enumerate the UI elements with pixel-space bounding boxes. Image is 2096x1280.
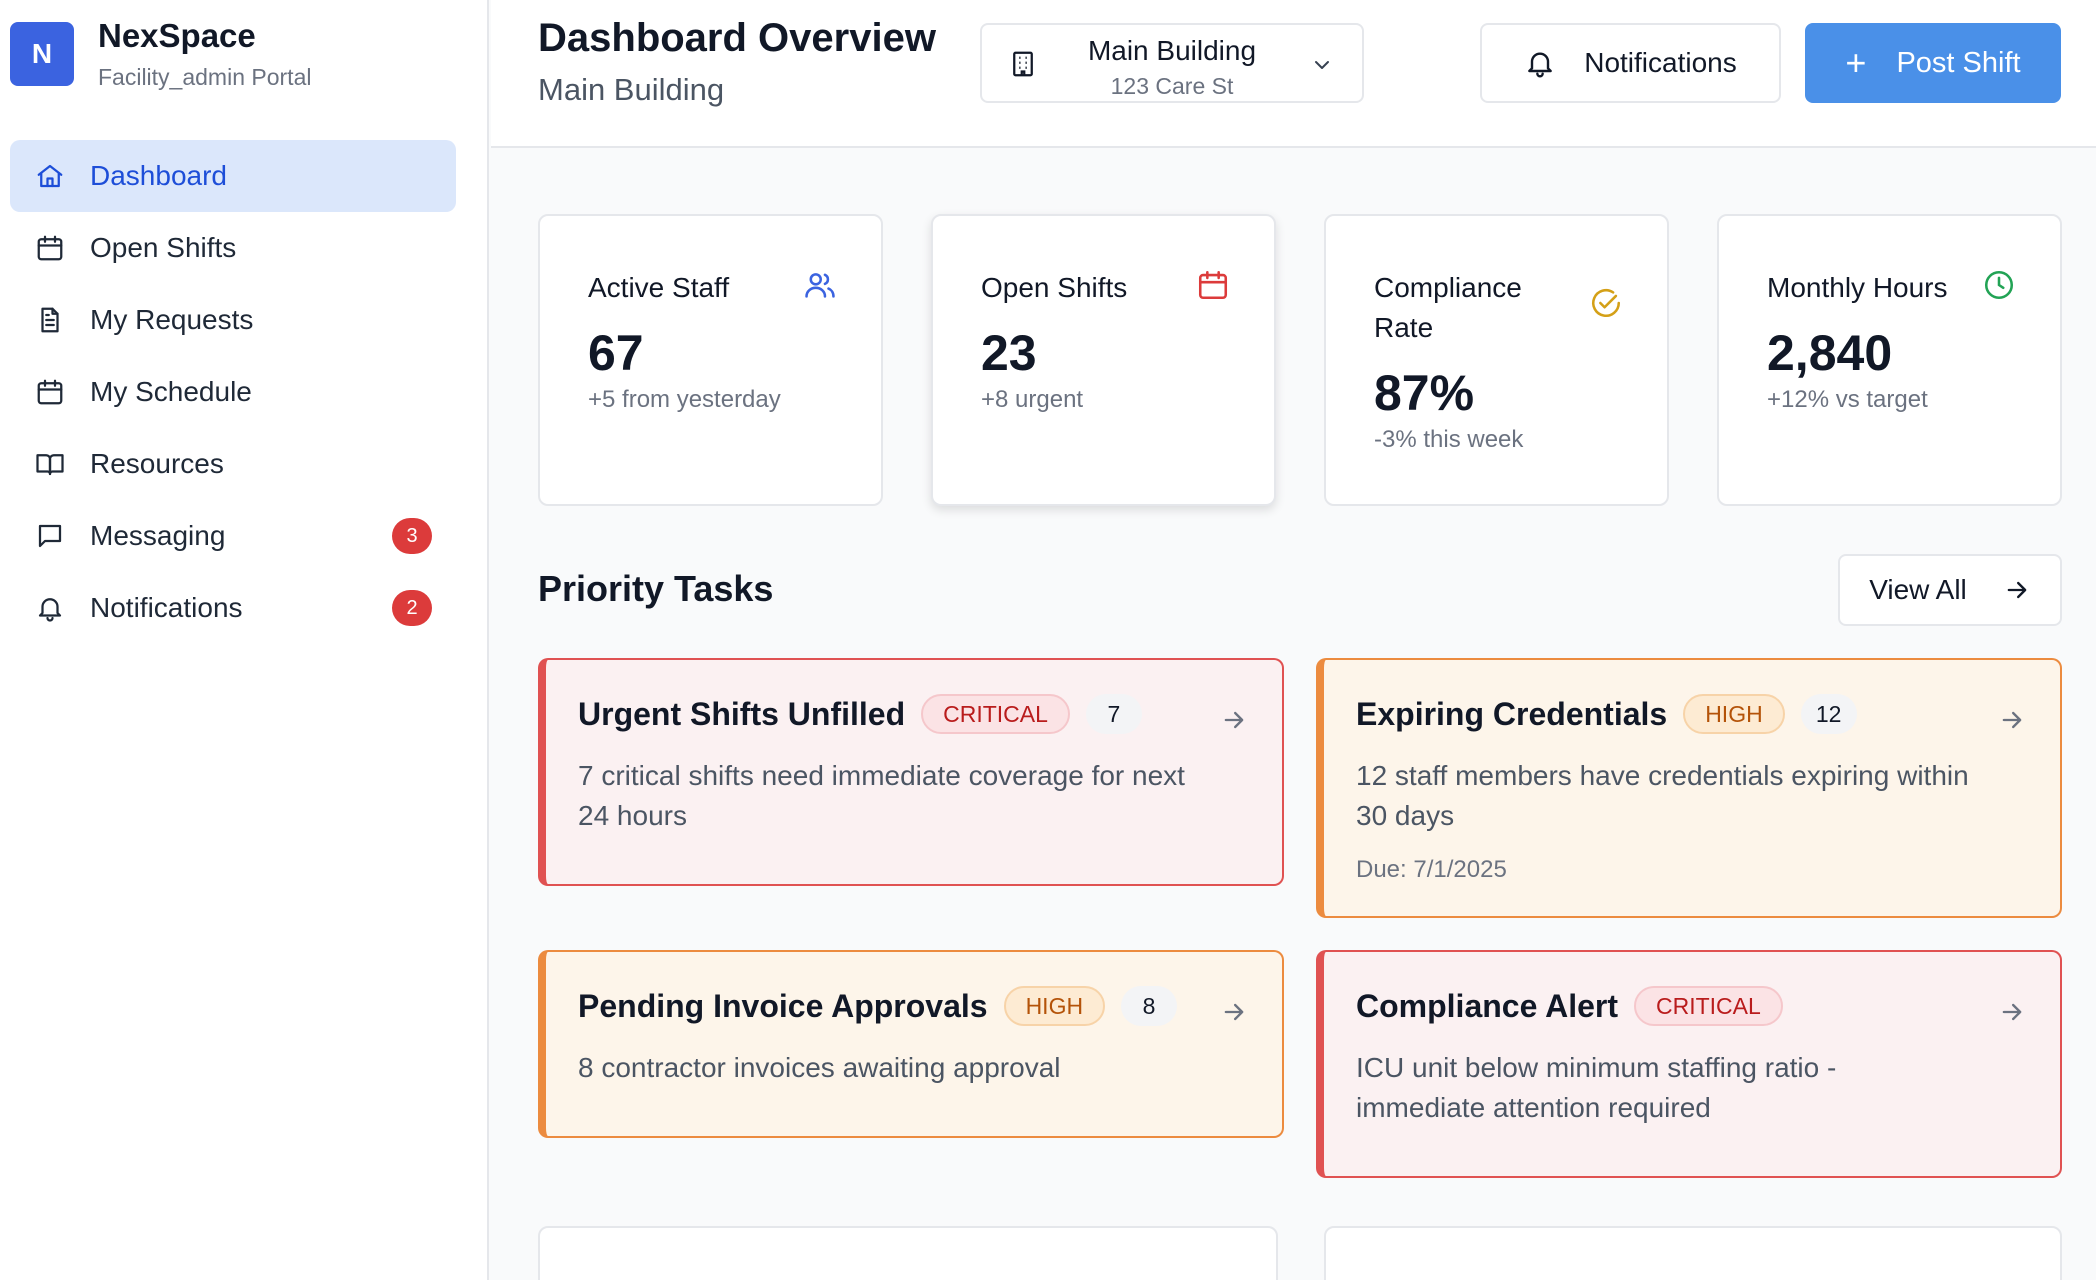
stat-label: Monthly Hours (1767, 272, 1948, 303)
stat-card-active-staff: Active Staff 67 +5 from yesterday (538, 214, 883, 506)
stat-label: Compliance Rate (1374, 272, 1522, 343)
sidebar-nav: Dashboard Open Shifts My Requests My Sch… (10, 140, 456, 644)
home-icon (34, 160, 66, 192)
brand: N NexSpace Facility_admin Portal (10, 18, 311, 90)
count-badge: 7 (1085, 694, 1142, 734)
arrow-right-icon (2007, 581, 2027, 599)
task-description: 7 critical shifts need immediate coverag… (578, 760, 1185, 831)
bell-icon (1528, 52, 1553, 78)
task-card-compliance-alert[interactable]: Compliance Alert CRITICAL ICU unit below… (1316, 950, 2062, 1178)
page-subtitle: Main Building (538, 72, 725, 107)
view-all-button[interactable]: View All (1838, 554, 2062, 626)
task-due-date: Due: 7/1/2025 (1356, 856, 1507, 883)
sidebar-item-messaging[interactable]: Messaging 3 (10, 500, 456, 572)
task-title: Compliance Alert (1356, 987, 1618, 1024)
sidebar-item-label: Dashboard (90, 160, 227, 191)
calendar-icon (1198, 270, 1228, 300)
brand-name: NexSpace (98, 17, 256, 54)
book-icon (34, 448, 66, 480)
stat-label: Open Shifts (981, 272, 1128, 303)
stat-delta: +12% vs target (1767, 386, 1928, 413)
notifications-button-label: Notifications (1584, 47, 1737, 78)
message-icon (34, 520, 66, 552)
chevron-down-icon (1315, 61, 1329, 69)
post-shift-button[interactable]: + Post Shift (1805, 23, 2061, 103)
notifications-button[interactable]: Notifications (1480, 23, 1781, 103)
task-header: Compliance Alert CRITICAL (1356, 986, 1783, 1026)
count-badge: 12 (1800, 694, 1857, 734)
arrow-right-icon (2002, 711, 2022, 729)
section-title-priority-tasks: Priority Tasks (538, 568, 774, 609)
top-header: Dashboard Overview Main Building Main Bu… (491, 0, 2096, 148)
brand-text: NexSpace Facility_admin Portal (98, 17, 312, 91)
arrow-right-icon (1224, 711, 1244, 729)
stat-card-compliance-rate: Compliance Rate 87% -3% this week (1324, 214, 1669, 506)
task-description: 8 contractor invoices awaiting approval (578, 1052, 1061, 1083)
document-icon (34, 304, 66, 336)
task-title: Urgent Shifts Unfilled (578, 695, 906, 732)
task-header: Pending Invoice Approvals HIGH 8 (578, 986, 1178, 1026)
page-title: Dashboard Overview (538, 16, 936, 60)
priority-badge: CRITICAL (1633, 986, 1783, 1026)
count-badge: 8 (1121, 986, 1178, 1026)
building-select[interactable]: Main Building 123 Care St (980, 23, 1364, 103)
sidebar-item-label: Messaging (90, 520, 226, 551)
priority-badge: HIGH (1003, 986, 1106, 1026)
check-circle-icon (1592, 289, 1621, 317)
calendar-icon (34, 232, 66, 264)
stat-card-monthly-hours: Monthly Hours 2,840 +12% vs target (1717, 214, 2062, 506)
sidebar: N NexSpace Facility_admin Portal Dashboa… (0, 0, 489, 1280)
stat-card-open-shifts: Open Shifts 23 +8 urgent (931, 214, 1276, 506)
sidebar-item-label: Notifications (90, 592, 243, 623)
brand-subtitle: Facility_admin Portal (98, 64, 312, 90)
task-title: Expiring Credentials (1356, 695, 1668, 732)
priority-badge: CRITICAL (921, 694, 1070, 734)
arrow-right-icon (1224, 1003, 1244, 1021)
sidebar-item-label: My Requests (90, 304, 254, 335)
sidebar-item-my-requests[interactable]: My Requests (10, 284, 456, 356)
priority-badge: HIGH (1683, 694, 1785, 734)
stat-delta: +5 from yesterday (588, 386, 781, 413)
task-title: Pending Invoice Approvals (578, 987, 988, 1024)
building-address: 123 Care St (1110, 73, 1234, 99)
bell-icon (34, 592, 66, 624)
post-shift-label: Post Shift (1896, 46, 2021, 79)
unread-badge: 2 (392, 590, 432, 626)
task-description: 12 staff members have credentials expiri… (1356, 760, 1969, 831)
task-header: Expiring Credentials HIGH 12 (1356, 694, 1857, 734)
stat-value: 2,840 (1767, 325, 1893, 381)
task-header: Urgent Shifts Unfilled CRITICAL 7 (578, 694, 1142, 734)
sidebar-item-dashboard[interactable]: Dashboard (10, 140, 456, 212)
sidebar-item-notifications[interactable]: Notifications 2 (10, 572, 456, 644)
building-name: Main Building (1087, 35, 1257, 66)
view-all-label: View All (1869, 574, 1967, 605)
stat-value: 67 (588, 325, 644, 381)
sidebar-item-my-schedule[interactable]: My Schedule (10, 356, 456, 428)
stat-delta: +8 urgent (981, 386, 1084, 413)
plus-icon: + (1845, 42, 1867, 83)
dashboard-card (1324, 1226, 2062, 1280)
brand-logo: N (10, 22, 74, 86)
task-card-urgent-shifts[interactable]: Urgent Shifts Unfilled CRITICAL 7 7 crit… (538, 658, 1284, 886)
calendar-icon (34, 376, 66, 408)
stat-value: 87% (1374, 365, 1475, 421)
task-description: ICU unit below minimum staffing ratio - … (1356, 1052, 1837, 1123)
users-icon (805, 273, 835, 298)
task-card-pending-invoices[interactable]: Pending Invoice Approvals HIGH 8 8 contr… (538, 950, 1284, 1138)
sidebar-item-open-shifts[interactable]: Open Shifts (10, 212, 456, 284)
stat-label: Active Staff (588, 272, 730, 303)
task-card-expiring-credentials[interactable]: Expiring Credentials HIGH 12 12 staff me… (1316, 658, 2062, 918)
clock-icon (1984, 270, 2014, 300)
unread-badge: 3 (392, 518, 432, 554)
stat-delta: -3% this week (1374, 426, 1524, 453)
sidebar-item-resources[interactable]: Resources (10, 428, 456, 500)
dashboard-card (538, 1226, 1278, 1280)
stat-value: 23 (981, 325, 1037, 381)
sidebar-item-label: Resources (90, 448, 224, 479)
sidebar-item-label: My Schedule (90, 376, 252, 407)
arrow-right-icon (2002, 1003, 2022, 1021)
sidebar-item-label: Open Shifts (90, 232, 237, 263)
